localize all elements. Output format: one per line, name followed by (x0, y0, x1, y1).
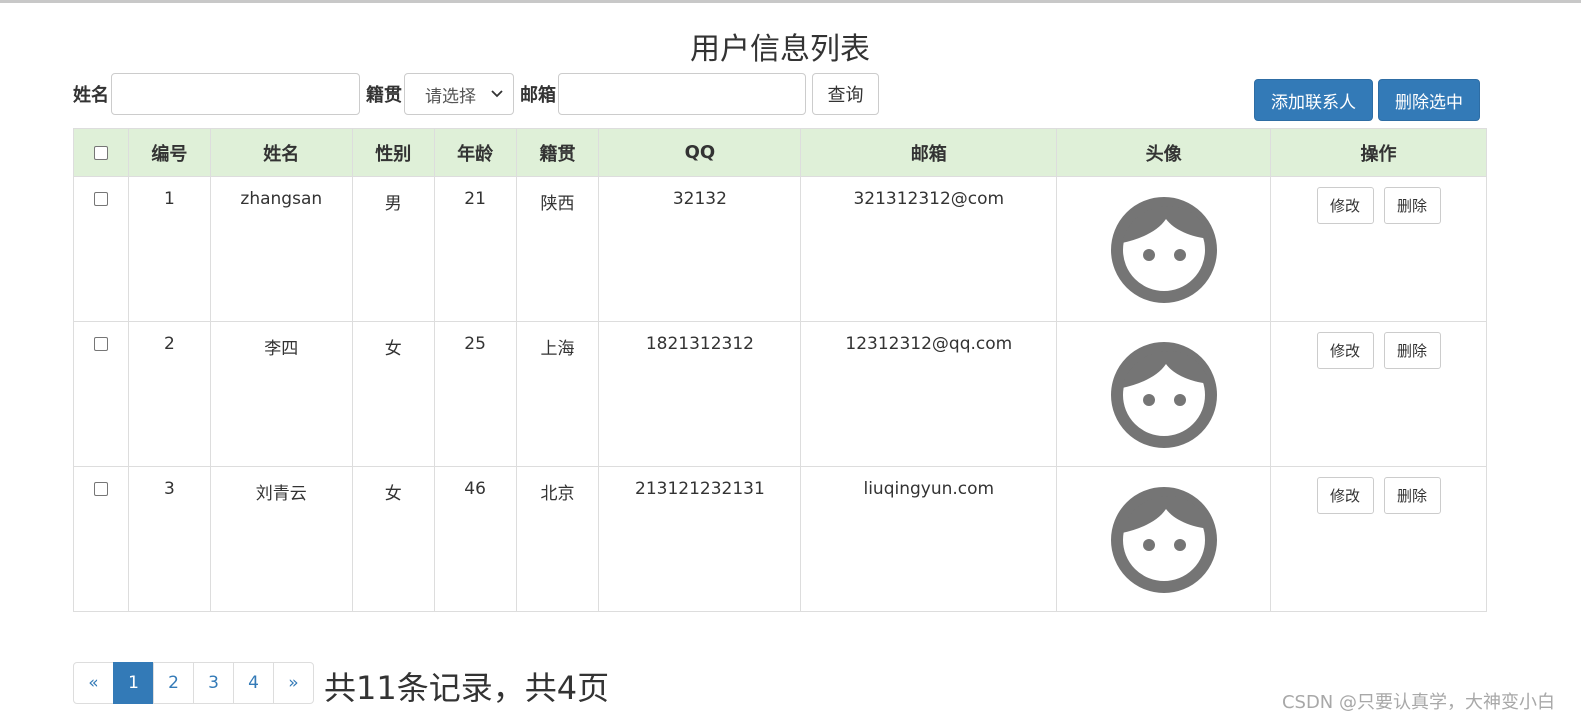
top-border (0, 0, 1581, 3)
record-summary: 共11条记录，共4页 (324, 669, 610, 707)
cell-hometown: 上海 (515, 321, 600, 467)
cell-id: 1 (127, 176, 211, 322)
edit-button[interactable]: 修改 (1316, 187, 1374, 224)
page-link-2[interactable]: 2 (153, 662, 194, 704)
cell-qq: 32132 (598, 176, 802, 322)
prev-page-link[interactable]: « (73, 662, 114, 704)
cell-avatar (1056, 176, 1272, 322)
cell-gender: 男 (351, 176, 435, 322)
cell-age: 21 (433, 176, 517, 322)
cell-qq: 213121232131 (598, 466, 802, 612)
email-input[interactable] (558, 73, 806, 115)
cell-operation: 修改 删除 (1270, 176, 1487, 322)
next-page-link[interactable]: » (273, 662, 314, 704)
edit-button[interactable]: 修改 (1316, 332, 1374, 369)
cell-age: 25 (433, 321, 517, 467)
cell-email: 12312312@qq.com (800, 321, 1058, 467)
table-row: 2 李四 女 25 上海 1821312312 12312312@qq.com … (73, 321, 1487, 467)
pagination: « 1 2 3 4 » (73, 662, 314, 704)
header-name: 姓名 (209, 128, 353, 177)
cell-hometown: 北京 (515, 466, 600, 612)
delete-button[interactable]: 删除 (1383, 477, 1441, 514)
cell-avatar (1056, 466, 1272, 612)
cell-name: 刘青云 (209, 466, 353, 612)
row-select-cell (73, 176, 129, 322)
hometown-label: 籍贯 (366, 85, 402, 106)
edit-button[interactable]: 修改 (1316, 477, 1374, 514)
user-face-icon (1110, 487, 1217, 593)
add-contact-button[interactable]: 添加联系人 (1254, 79, 1373, 121)
cell-email: 321312312@com (800, 176, 1058, 322)
email-label: 邮箱 (520, 85, 556, 106)
delete-selected-button[interactable]: 删除选中 (1378, 79, 1480, 121)
user-face-icon (1110, 342, 1217, 448)
page-link-4[interactable]: 4 (233, 662, 274, 704)
header-hometown: 籍贯 (515, 128, 600, 177)
cell-id: 2 (127, 321, 211, 467)
cell-age: 46 (433, 466, 517, 612)
cell-operation: 修改 删除 (1270, 466, 1487, 612)
cell-operation: 修改 删除 (1270, 321, 1487, 467)
header-age: 年龄 (433, 128, 517, 177)
page-title: 用户信息列表 (690, 32, 870, 67)
name-label: 姓名 (73, 85, 109, 106)
delete-button[interactable]: 删除 (1383, 187, 1441, 224)
row-select-cell (73, 321, 129, 467)
cell-hometown: 陕西 (515, 176, 600, 322)
watermark: CSDN @只要认真学，大神变小白 (1281, 692, 1555, 713)
chevron-down-icon (491, 87, 503, 101)
header-id: 编号 (127, 128, 211, 177)
hometown-select[interactable]: 请选择 (404, 73, 514, 115)
header-avatar: 头像 (1056, 128, 1272, 177)
delete-button[interactable]: 删除 (1383, 332, 1441, 369)
header-gender: 性别 (351, 128, 435, 177)
select-all-checkbox[interactable] (93, 146, 108, 160)
row-checkbox[interactable] (93, 482, 108, 496)
header-email: 邮箱 (800, 128, 1058, 177)
header-operation: 操作 (1270, 128, 1487, 177)
cell-gender: 女 (351, 321, 435, 467)
header-select-all (73, 128, 129, 177)
table-header-row: 编号 姓名 性别 年龄 籍贯 QQ 邮箱 头像 操作 (73, 128, 1487, 177)
row-select-cell (73, 466, 129, 612)
name-input[interactable] (111, 73, 360, 115)
query-button[interactable]: 查询 (812, 73, 879, 115)
user-face-icon (1110, 197, 1217, 303)
row-checkbox[interactable] (93, 337, 108, 351)
header-qq: QQ (598, 128, 802, 177)
hometown-select-value: 请选择 (425, 86, 476, 107)
page-link-1[interactable]: 1 (113, 662, 154, 704)
cell-qq: 1821312312 (598, 321, 802, 467)
user-table: 编号 姓名 性别 年龄 籍贯 QQ 邮箱 头像 操作 1 zhangsan 男 … (73, 128, 1487, 612)
cell-email: liuqingyun.com (800, 466, 1058, 612)
table-row: 3 刘青云 女 46 北京 213121232131 liuqingyun.co… (73, 466, 1487, 612)
cell-gender: 女 (351, 466, 435, 612)
search-form: 姓名 籍贯 请选择 邮箱 查询 (73, 73, 879, 115)
cell-name: 李四 (209, 321, 353, 467)
page-link-3[interactable]: 3 (193, 662, 234, 704)
cell-name: zhangsan (209, 176, 353, 322)
table-row: 1 zhangsan 男 21 陕西 32132 321312312@com 修… (73, 176, 1487, 322)
cell-id: 3 (127, 466, 211, 612)
row-checkbox[interactable] (93, 192, 108, 206)
cell-avatar (1056, 321, 1272, 467)
